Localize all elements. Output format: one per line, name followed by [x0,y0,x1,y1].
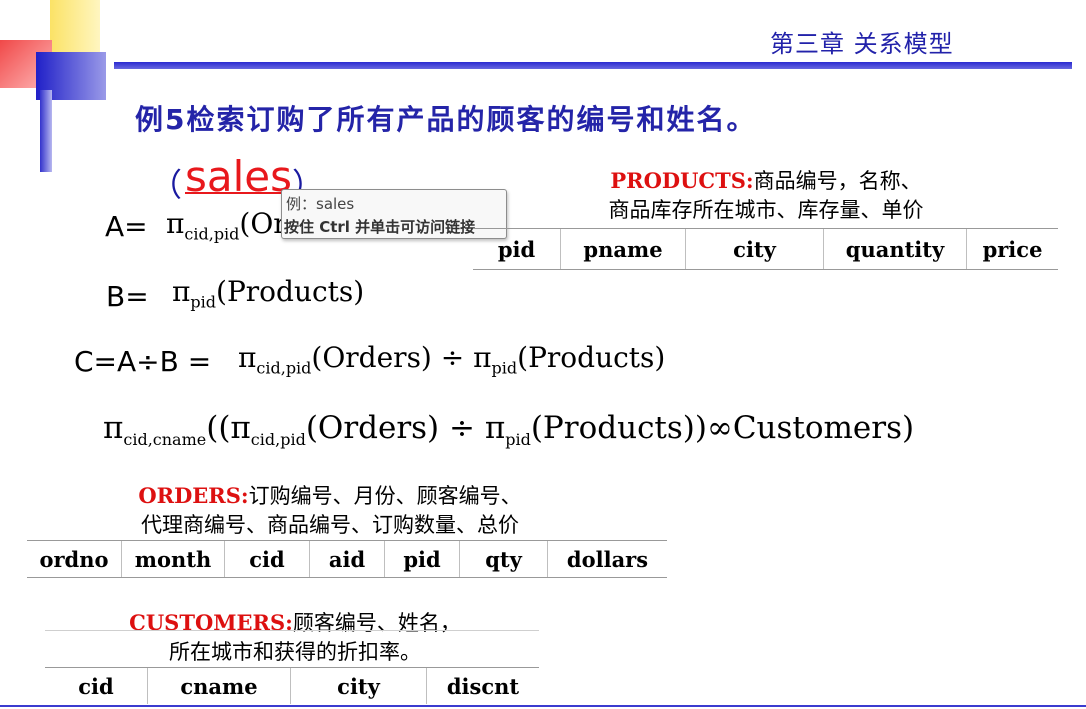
pi-symbol: π [103,410,124,446]
table-row: ordno month cid aid pid qty dollars [27,541,667,577]
projection-attrs: cid,pid [184,224,240,244]
projection-attrs: cid,cname [123,430,207,450]
table-row: pid pname city quantity price [473,229,1058,269]
products-desc-line2: 商品库存所在城市、库存量、单价 [608,198,924,222]
header-rule [114,62,1072,69]
products-col-city: city [685,229,824,269]
footer-rule [0,705,1086,707]
orders-col-month: month [121,541,225,577]
customers-col-cname: cname [147,668,291,704]
products-table-bottom-rule [473,269,1058,270]
projection-attrs: pid [505,430,531,450]
customers-col-cid: cid [78,673,114,699]
customers-name: CUSTOMERS: [129,610,293,635]
relation-arg: (Orders) ÷ [311,341,474,374]
customers-desc-line2: 所在城市和获得的折扣率。 [169,640,421,664]
orders-name: ORDERS: [138,483,249,508]
tooltip-hint: 按住 Ctrl 并单击可访问链接 [284,218,476,236]
eq-c-label: C=A÷B = [74,345,212,378]
orders-col-aid: aid [309,541,385,577]
relation-arg: (Products) [216,275,365,308]
final-expression: πcid,cname((πcid,pid(Orders) ÷ πpid(Prod… [103,410,914,449]
orders-col-dollars: dollars [547,541,667,577]
expr-part: ((π [206,410,251,446]
slide-title: 例5检索订购了所有产品的顾客的编号和姓名。 [135,103,757,136]
customers-desc-rule [45,630,539,631]
expr-part: (Orders) ÷ π [305,410,506,446]
projection-attrs: cid,pid [256,358,312,378]
orders-col-qty: qty [459,541,548,577]
orders-description: ORDERS:订购编号、月份、顾客编号、 代理商编号、商品编号、订购数量、总价 [100,481,560,540]
orders-col-cid: cid [224,541,310,577]
products-col-pname: pname [560,229,686,269]
products-col-pid: pid [497,236,536,262]
customers-col-discnt: discnt [426,668,539,704]
pi-symbol: π [166,207,185,240]
orders-desc-line2: 代理商编号、商品编号、订购数量、总价 [141,513,519,537]
eq-b-label: B= [106,280,149,313]
products-col-quantity: quantity [823,229,967,269]
sales-link[interactable]: sales [185,152,292,201]
products-description: PRODUCTS:商品编号，名称、 商品库存所在城市、库存量、单价 [560,166,972,225]
pi-symbol: π [473,341,492,374]
pi-symbol: π [238,341,257,374]
customers-description: CUSTOMERS:顾客编号、姓名， 所在城市和获得的折扣率。 [100,608,490,667]
eq-a-formula: πcid,pid(Or [166,207,287,244]
projection-attrs: pid [491,358,518,378]
chapter-title: 第三章 关系模型 [770,30,954,58]
products-desc-line1: 商品编号，名称、 [753,169,922,193]
paren-open: （ [150,166,183,204]
decor-vertical-bar [40,90,52,172]
decor-yellow-square [50,0,100,56]
products-col-price: price [966,229,1058,269]
orders-table-bottom-rule [27,577,667,578]
tooltip-url: 例：sales [286,195,355,213]
table-row: cid cname city discnt [45,668,539,704]
orders-desc-line1: 订购编号、月份、顾客编号、 [248,484,522,508]
pi-symbol: π [172,275,191,308]
eq-a-label: A= [105,210,148,243]
projection-attrs: cid,pid [250,430,306,450]
projection-attrs: pid [190,292,217,312]
customers-desc-line1: 顾客编号、姓名， [292,611,461,635]
eq-c-formula: πcid,pid(Orders) ÷ πpid(Products) [238,341,665,378]
relation-arg: (Products) [517,341,666,374]
orders-col-pid: pid [384,541,460,577]
orders-table: ordno month cid aid pid qty dollars [27,541,667,577]
customers-col-city: city [290,668,427,704]
orders-col-ordno: ordno [39,546,109,572]
expr-part: (Products))∞Customers) [530,410,915,446]
relation-arg: (Or [239,207,287,240]
eq-b-formula: πpid(Products) [172,275,364,312]
products-table: pid pname city quantity price [473,229,1058,269]
products-name: PRODUCTS: [610,168,754,193]
customers-table: cid cname city discnt [45,668,539,704]
